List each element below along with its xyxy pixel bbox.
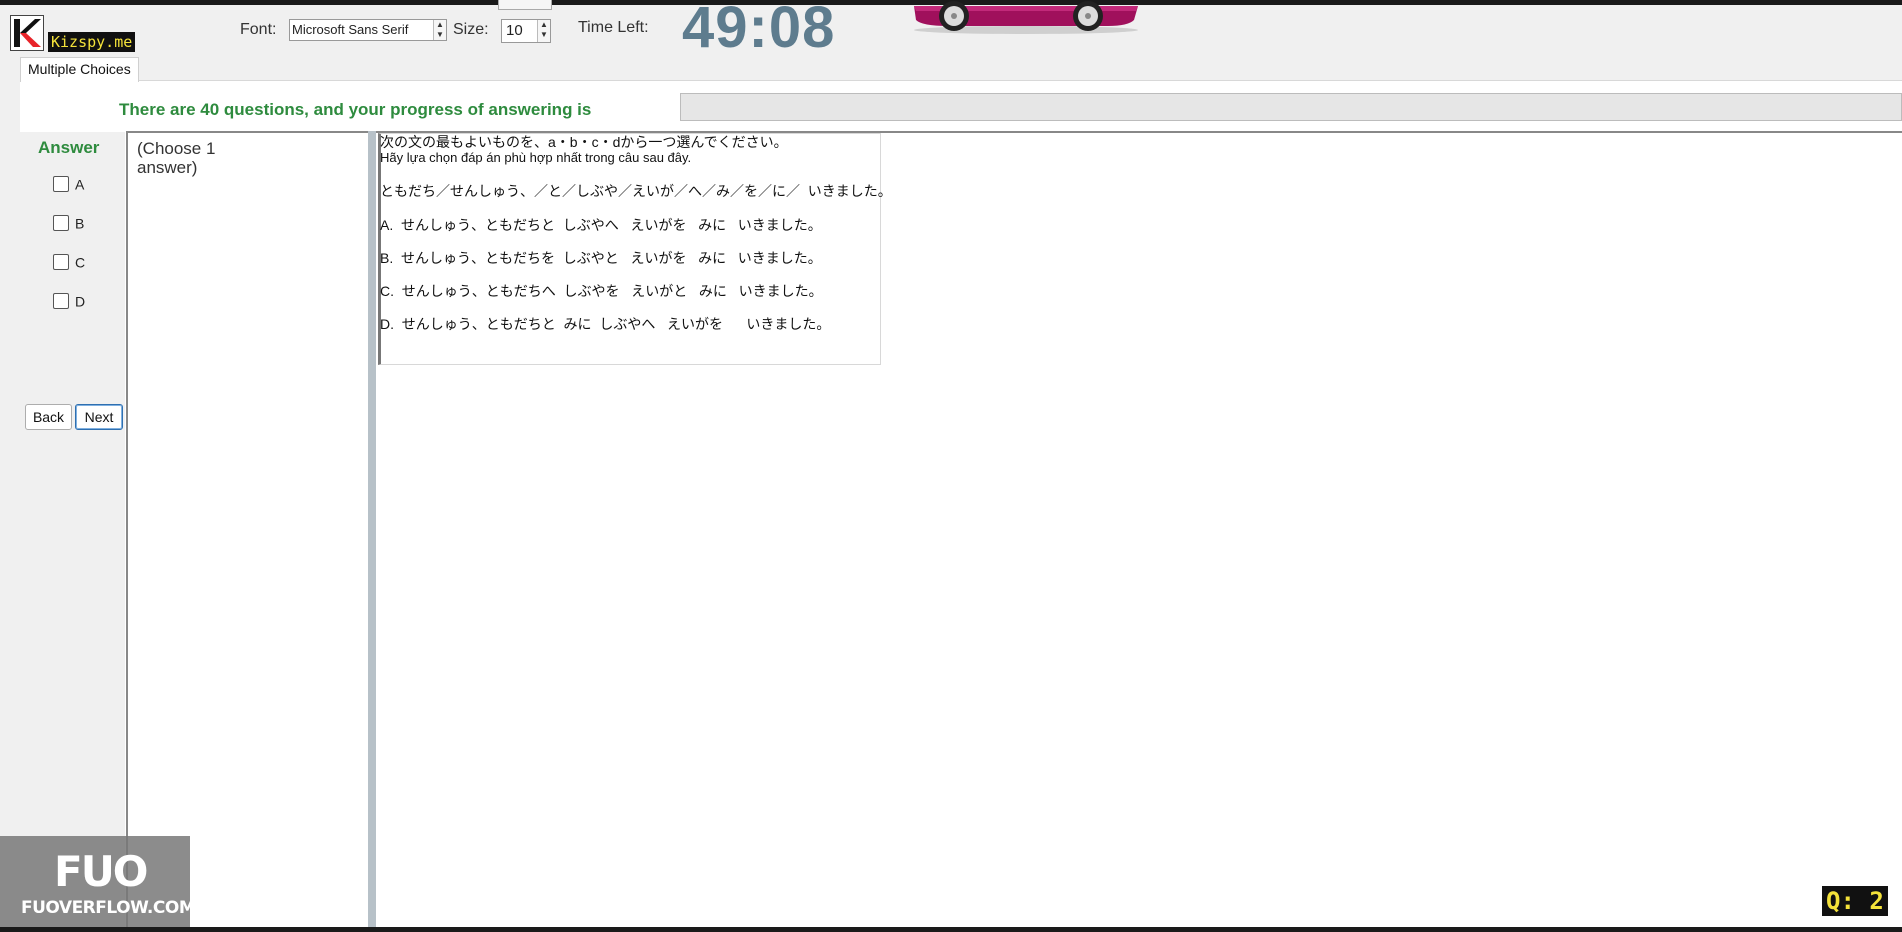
choice-d-text: D. せんしゅう、ともだちと みに しぶやへ えいがを いきました。: [380, 316, 831, 332]
answer-option-label: B: [75, 215, 85, 232]
answer-panel: [20, 132, 125, 927]
countdown-timer: 49:08: [682, 0, 836, 60]
answer-option-label: C: [75, 254, 86, 271]
progress-label: There are 40 questions, and your progres…: [119, 100, 592, 119]
next-button[interactable]: Next: [75, 404, 123, 430]
question-prompt-jp: 次の文の最もよいものを、a・b・c・dから一つ選んでください。: [380, 134, 788, 150]
instruction-panel: (Choose 1 answer): [126, 131, 368, 927]
size-stepper-value: 10: [506, 22, 523, 39]
font-spinner[interactable]: ▲ ▼: [433, 20, 446, 40]
size-stepper[interactable]: 10 ▲ ▼: [501, 19, 551, 43]
tab-multiple-choices[interactable]: Multiple Choices: [20, 57, 139, 82]
logo-text: Kizspy.me: [48, 32, 136, 52]
font-select-value: Microsoft Sans Serif: [292, 22, 409, 37]
answer-option-b[interactable]: B: [53, 214, 85, 232]
back-button[interactable]: Back: [25, 404, 72, 430]
logo-k-icon: [10, 15, 44, 51]
size-spinner[interactable]: ▲ ▼: [537, 20, 550, 42]
answer-option-label: A: [75, 176, 85, 193]
question-sentence: ともだち／せんしゅう、／と／しぶや／えいが／へ／み／を／に／ いきました。: [380, 183, 892, 199]
answer-option-d[interactable]: D: [53, 292, 86, 310]
answer-option-label: D: [75, 293, 86, 310]
font-label: Font:: [240, 21, 277, 38]
watermark-logo: FUO: [54, 847, 148, 896]
instruction-line-2: answer): [137, 158, 198, 177]
car-image: [908, 0, 1144, 34]
checkbox-a[interactable]: [53, 176, 69, 193]
answer-option-c[interactable]: C: [53, 253, 86, 271]
answer-option-a[interactable]: A: [53, 175, 85, 193]
choice-b-text: B. せんしゅう、ともだちを しぶやと えいがを みに いきました。: [380, 250, 822, 266]
choice-c-text: C. せんしゅう、ともだちへ しぶやを えいがと みに いきました。: [380, 283, 823, 299]
top-toolbar-stub: [498, 0, 552, 10]
size-label: Size:: [453, 21, 489, 38]
checkbox-d[interactable]: [53, 293, 69, 310]
progress-bar: [680, 93, 1902, 121]
watermark-site: FUOVERFLOW.COM: [21, 898, 196, 918]
window-bottom-edge: [0, 927, 1902, 932]
checkbox-b[interactable]: [53, 215, 69, 232]
answer-title: Answer: [38, 138, 100, 157]
question-prompt-vi: Hãy lựa chọn đáp án phù hợp nhất trong c…: [380, 150, 692, 165]
choice-a-text: A. せんしゅう、ともだちと しぶやへ えいがを みに いきました。: [380, 217, 822, 233]
instruction-line-1: (Choose 1: [137, 139, 216, 158]
panel-splitter[interactable]: [368, 131, 376, 927]
question-counter: Q: 2: [1822, 886, 1888, 916]
checkbox-c[interactable]: [53, 254, 69, 271]
time-left-label: Time Left:: [578, 19, 649, 36]
font-select[interactable]: Microsoft Sans Serif ▲ ▼: [289, 19, 447, 41]
